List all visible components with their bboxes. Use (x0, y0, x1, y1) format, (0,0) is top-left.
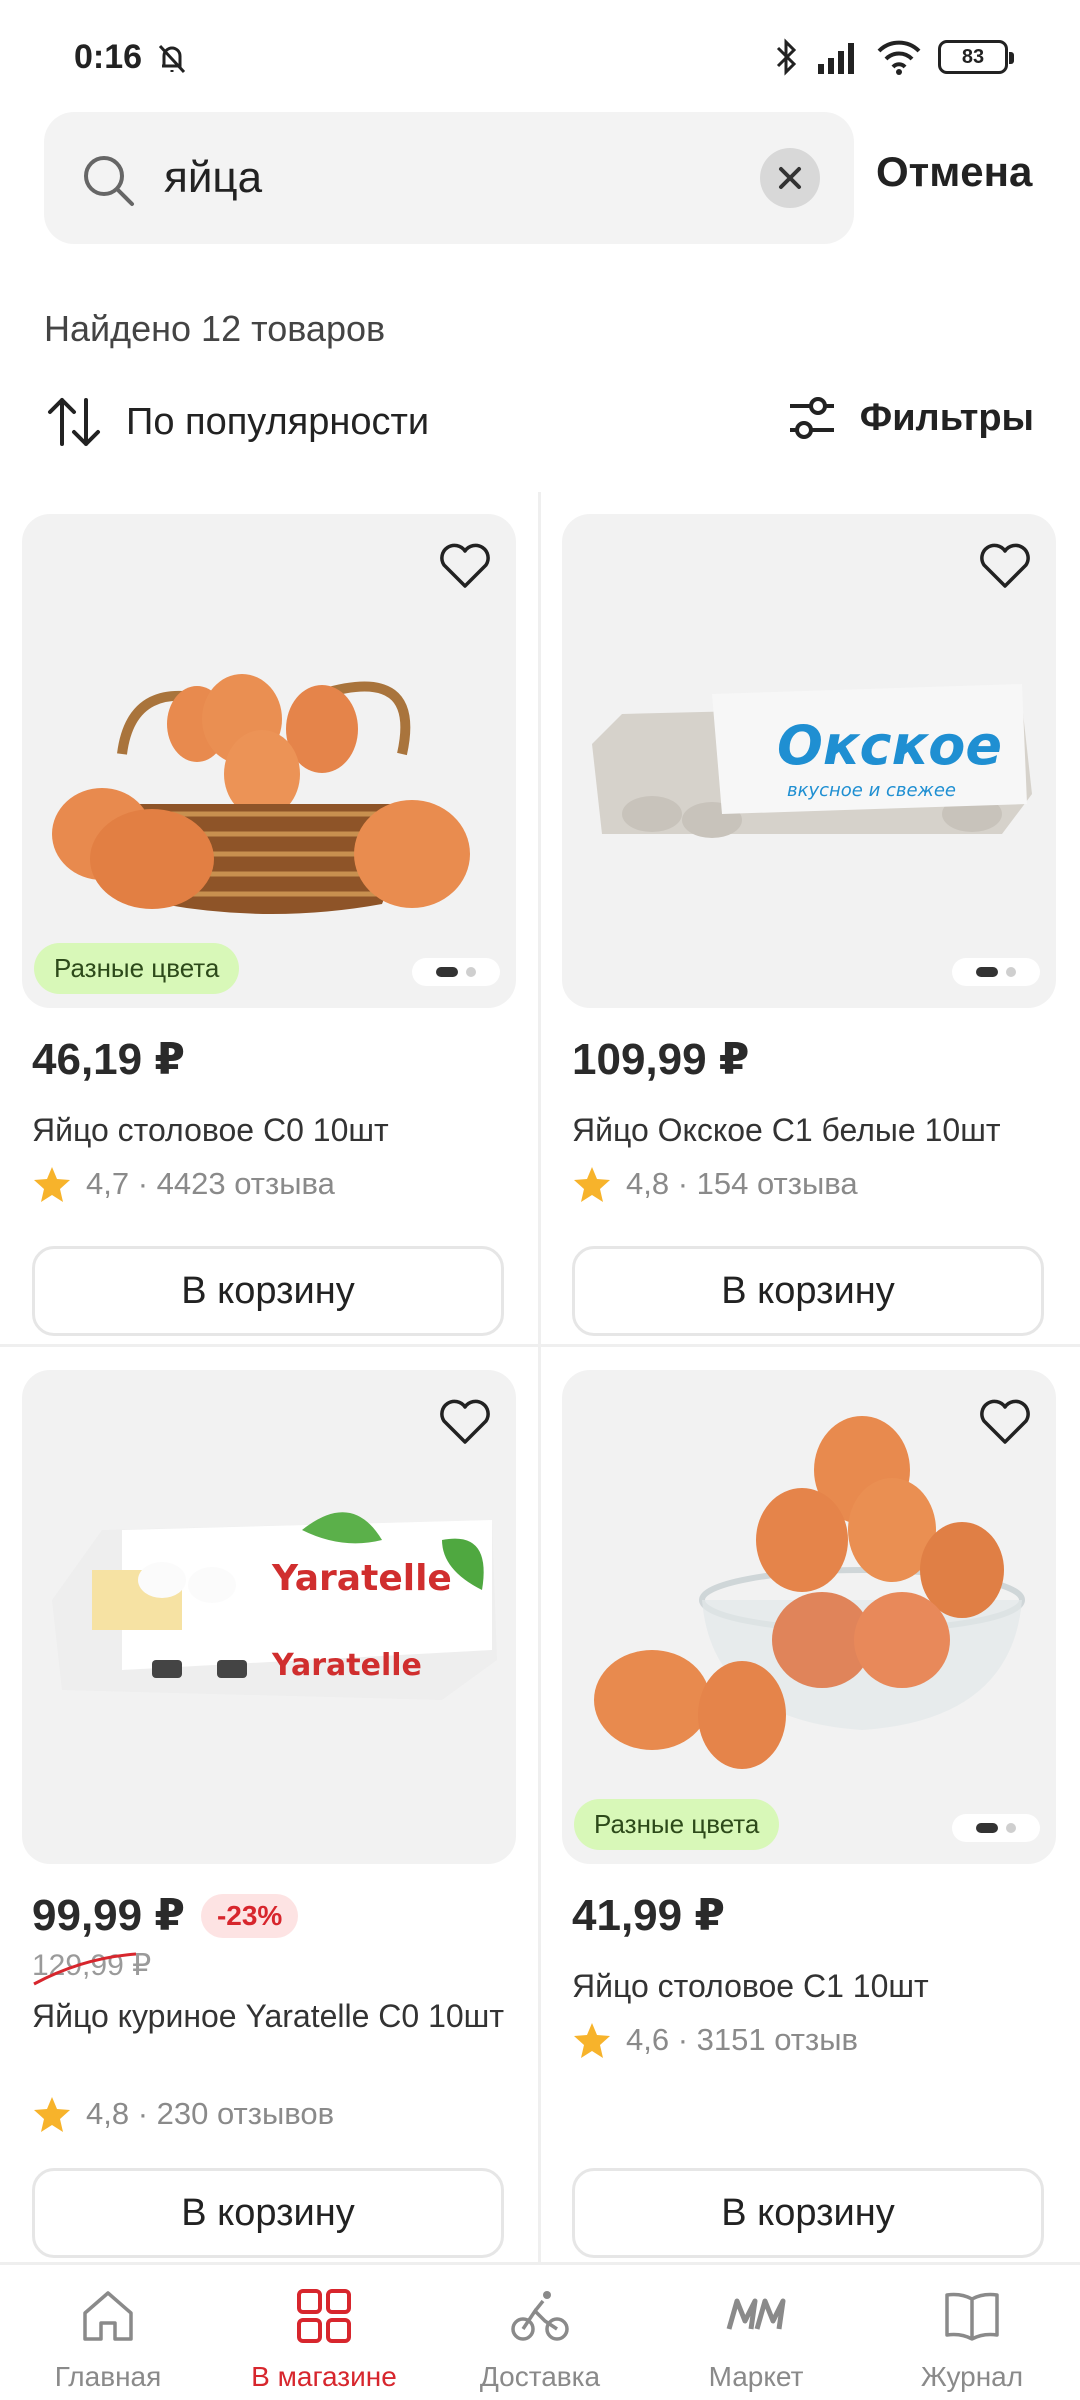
product-grid: Разные цвета 46,19 ₽ Яйцо столовое С0 10… (0, 492, 1080, 2262)
price-row: 109,99 ₽ (572, 1034, 749, 1085)
close-icon (779, 167, 801, 189)
nav-label: В магазине (251, 2361, 397, 2392)
cancel-button[interactable]: Отмена (876, 148, 1032, 196)
star-icon (574, 2023, 610, 2058)
filters-label: Фильтры (859, 396, 1034, 439)
bell-muted-icon (158, 44, 186, 74)
bicycle-icon (511, 2291, 569, 2341)
price-row: 99,99 ₽ -23% (32, 1890, 299, 1941)
old-price: 129,99 ₽ (32, 1948, 151, 1986)
status-time: 0:16 (74, 38, 143, 76)
product-title[interactable]: Яйцо столовое С0 10шт (32, 1108, 512, 1152)
product-card[interactable]: Окское вкусное и свежее 109,99 ₽ Яйцо Ок… (562, 514, 1062, 1336)
nav-item-market[interactable]: Маркет (648, 2265, 864, 2400)
image-pager-dots (412, 958, 500, 986)
star-icon (574, 1167, 610, 1202)
product-card[interactable]: Разные цвета 41,99 ₽ Яйцо столовое С1 10… (562, 1370, 1062, 2260)
search-bar[interactable] (44, 112, 854, 244)
grid-divider-horizontal (0, 1344, 1080, 1347)
brand-label: Окское (777, 714, 1002, 777)
discount-badge: -23% (200, 1893, 299, 1938)
favorite-heart-icon[interactable] (436, 536, 494, 594)
product-price: 41,99 ₽ (572, 1891, 725, 1940)
market-logo-icon (726, 2298, 786, 2330)
product-image[interactable]: Окское вкусное и свежее (562, 514, 1056, 1008)
product-title[interactable]: Яйцо Окское С1 белые 10шт (572, 1108, 1052, 1152)
image-pager-dots (952, 1814, 1040, 1842)
strikethrough-line (33, 1952, 137, 1986)
status-bar: 0:16 83 (0, 0, 1080, 110)
nav-item-in-store[interactable]: В магазине (216, 2265, 432, 2400)
sort-filter-row: По популярности Фильтры (44, 392, 1034, 460)
product-rating: 4,8 · 230 отзывов (32, 2094, 334, 2134)
product-title[interactable]: Яйцо куриное Yaratelle С0 10шт (32, 1994, 512, 2038)
add-to-cart-button[interactable]: В корзину (32, 2168, 504, 2258)
favorite-heart-icon[interactable] (976, 1392, 1034, 1450)
battery-indicator: 83 (938, 40, 1014, 74)
filters-button[interactable]: Фильтры (786, 392, 1034, 444)
bottom-navigation: Главная В магазине Доставка Маркет Журна… (0, 2262, 1080, 2400)
add-to-cart-button[interactable]: В корзину (572, 2168, 1044, 2258)
color-tag: Разные цвета (34, 943, 240, 994)
sort-label: По популярности (126, 400, 430, 443)
product-rating: 4,8 · 154 отзыва (572, 1164, 858, 1204)
product-price: 109,99 ₽ (572, 1035, 750, 1084)
rating-text: 4,8 · 154 отзыва (626, 1166, 858, 1201)
product-image[interactable]: Yaratelle Yaratelle (22, 1370, 516, 1864)
grid-icon (297, 2289, 351, 2343)
nav-item-delivery[interactable]: Доставка (432, 2265, 648, 2400)
sort-arrows-icon (48, 398, 100, 446)
brand-label-lower: Yaratelle (271, 1648, 422, 1683)
brand-sublabel: вкусное и свежее (787, 780, 956, 801)
product-image[interactable]: Разные цвета (22, 514, 516, 1008)
add-to-cart-button[interactable]: В корзину (32, 1246, 504, 1336)
product-card[interactable]: Разные цвета 46,19 ₽ Яйцо столовое С0 10… (22, 514, 522, 1336)
star-icon (34, 2097, 70, 2132)
nav-label: Главная (54, 2361, 162, 2392)
grid-divider-vertical (538, 492, 541, 2262)
filters-icon (789, 397, 834, 439)
wifi-icon (877, 40, 921, 75)
color-tag: Разные цвета (574, 1799, 780, 1850)
price-row: 41,99 ₽ (572, 1890, 725, 1941)
product-price: 99,99 ₽ (32, 1891, 185, 1940)
rating-text: 4,6 · 3151 отзыв (626, 2022, 858, 2057)
clear-search-button[interactable] (760, 148, 820, 208)
book-icon (945, 2292, 999, 2341)
status-icons: 83 (772, 38, 1014, 76)
product-price: 46,19 ₽ (32, 1035, 185, 1084)
product-card[interactable]: Yaratelle Yaratelle 99,99 ₽ -23% 129,99 … (22, 1370, 522, 2260)
sort-button[interactable]: По популярности (44, 392, 429, 452)
nav-label: Маркет (708, 2361, 804, 2392)
add-to-cart-button[interactable]: В корзину (572, 1246, 1044, 1336)
nav-item-home[interactable]: Главная (0, 2265, 216, 2400)
image-pager-dots (952, 958, 1040, 986)
rating-text: 4,8 · 230 отзывов (86, 2096, 335, 2131)
home-icon (83, 2291, 133, 2341)
product-rating: 4,6 · 3151 отзыв (572, 2020, 858, 2060)
results-count: Найдено 12 товаров (44, 308, 386, 349)
favorite-heart-icon[interactable] (436, 1392, 494, 1450)
product-rating: 4,7 · 4423 отзыва (32, 1164, 335, 1204)
product-title[interactable]: Яйцо столовое С1 10шт (572, 1964, 1052, 2008)
nav-label: Доставка (479, 2361, 601, 2392)
brand-label: Yaratelle (271, 1558, 452, 1599)
rating-text: 4,7 · 4423 отзыва (86, 1166, 335, 1201)
favorite-heart-icon[interactable] (976, 536, 1034, 594)
product-image[interactable]: Разные цвета (562, 1370, 1056, 1864)
nav-item-journal[interactable]: Журнал (864, 2265, 1080, 2400)
search-icon (84, 156, 134, 206)
price-row: 46,19 ₽ (32, 1034, 185, 1085)
nav-label: Журнал (920, 2361, 1024, 2392)
star-icon (34, 1167, 70, 1202)
bluetooth-icon (776, 38, 797, 76)
search-input[interactable] (164, 148, 684, 208)
signal-icon (818, 43, 854, 74)
